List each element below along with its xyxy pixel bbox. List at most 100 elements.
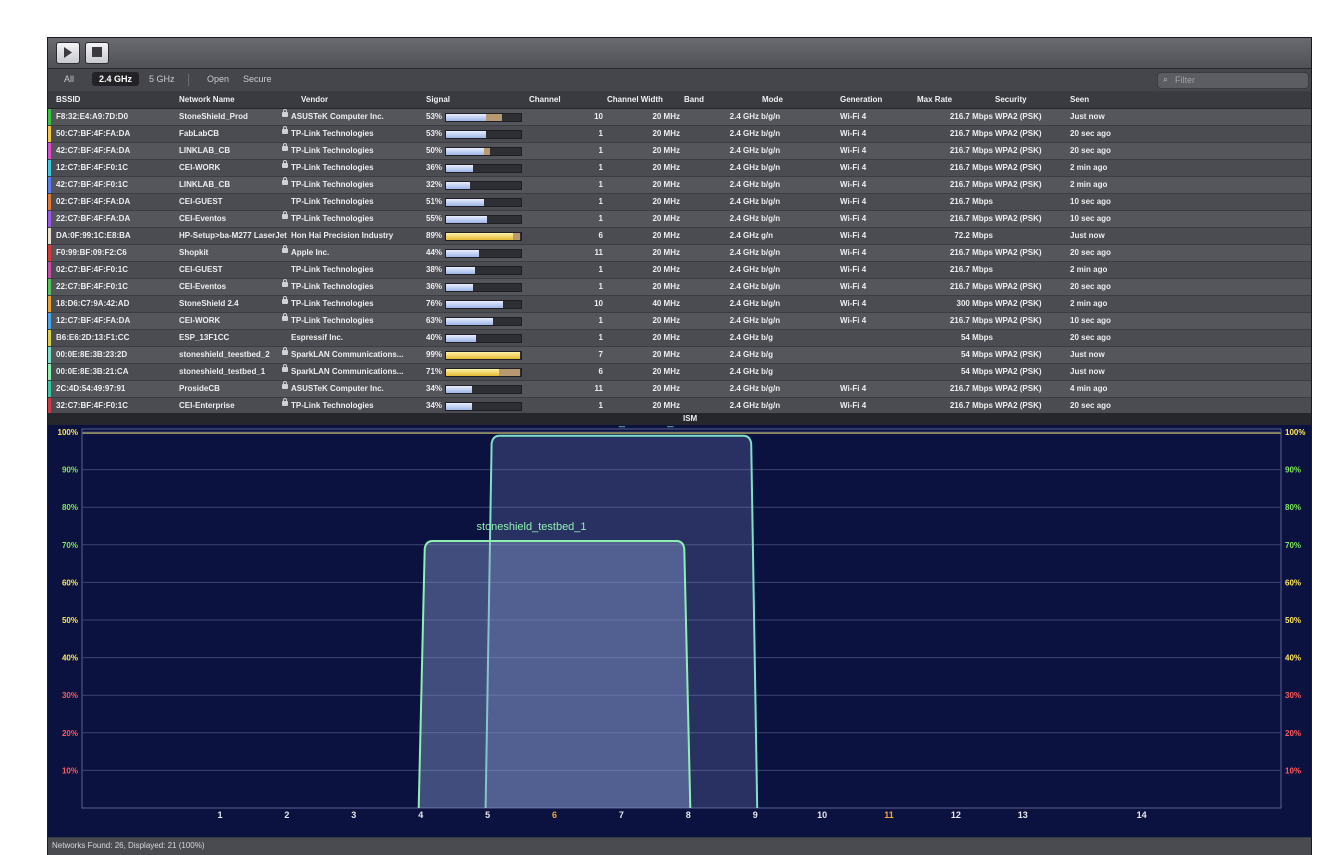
table-row[interactable]: B6:E6:2D:13:F1:CC ESP_13F1CC Espressif Inc… [48,330,1311,347]
signal-bar-fill [446,131,486,138]
lock-icon [282,313,288,321]
cell-mode: b/g/n [761,248,781,257]
cell-band: 2.4 GHz [729,163,759,172]
x-tick-label: 10 [817,810,827,820]
cell-signal: 51% [426,197,443,206]
network-area [418,541,691,808]
cell-security: WPA2 (PSK) [995,401,1042,410]
tab-all[interactable]: All [64,74,74,84]
table-row[interactable]: 42:C7:BF:4F:FA:DA LINKLAB_CB TP-Link Techn… [48,143,1311,160]
y-tick-label-left: 80% [62,503,78,512]
cell-generation: Wi-Fi 4 [840,146,867,155]
cell-security: WPA2 (PSK) [995,350,1042,359]
tab-open[interactable]: Open [207,74,229,84]
cell-band: 2.4 GHz [729,214,759,223]
network-color-strip [48,245,51,261]
col-channel[interactable]: Channel [529,95,561,104]
cell-max-rate: 216.7 Mbps [949,180,993,189]
col-seen[interactable]: Seen [1070,95,1089,104]
cell-band: 2.4 GHz [729,367,759,376]
signal-bar [445,113,522,122]
col-generation[interactable]: Generation [840,95,882,104]
lock-icon [282,347,288,355]
cell-max-rate: 54 Mbps [960,350,993,359]
lock-icon [282,245,288,253]
table-row[interactable]: 2C:4D:54:49:97:91 ProsideCB ASUSTeK Comput… [48,381,1311,398]
cell-signal: 50% [426,146,443,155]
cell-security: WPA2 (PSK) [995,248,1042,257]
cell-channel: 7 [598,350,603,359]
cell-bssid: 00:0E:8E:3B:23:2D [56,350,128,359]
lock-icon [282,211,288,219]
cell-seen: Just now [1070,112,1105,121]
cell-vendor: TP-Link Technologies [291,316,374,325]
table-row[interactable]: F8:32:E4:A9:7D:D0 StoneShield_Prod ASUSTeK… [48,109,1311,126]
table-row[interactable]: 22:C7:BF:4F:F0:1C CEI-Eventos TP-Link Tech… [48,279,1311,296]
signal-bar-fill [446,148,484,155]
col-max-rate[interactable]: Max Rate [917,95,952,104]
cell-network-name: LINKLAB_CB [179,146,231,155]
cell-bssid: 12:C7:BF:4F:FA:DA [56,316,131,325]
cell-band: 2.4 GHz [729,401,759,410]
cell-security: WPA2 (PSK) [995,299,1042,308]
table-row[interactable]: 02:C7:BF:4F:FA:DA CEI-GUEST TP-Link Techno… [48,194,1311,211]
table-row[interactable]: 50:C7:BF:4F:FA:DA FabLabCB TP-Link Technol… [48,126,1311,143]
cell-band: 2.4 GHz [729,248,759,257]
cell-seen: 4 min ago [1070,384,1108,393]
play-button[interactable] [56,42,80,64]
cell-vendor: TP-Link Technologies [291,282,374,291]
cell-channel-width: 20 MHz [652,112,680,121]
col-security[interactable]: Security [995,95,1027,104]
signal-peak [512,233,520,240]
filter-input[interactable] [1175,74,1300,86]
table-row[interactable]: 02:C7:BF:4F:F0:1C CEI-GUEST TP-Link Techno… [48,262,1311,279]
channel-chart: 100% 100% 90% 90% 80% 80% 70% 70% 60% 60% 50% 50% 40… [58,425,1306,820]
table-row[interactable]: 12:C7:BF:4F:FA:DA CEI-WORK TP-Link Technol… [48,313,1311,330]
cell-max-rate: 216.7 Mbps [949,163,993,172]
cell-band: 2.4 GHz [729,316,759,325]
status-text: Networks Found: 26, Displayed: 21 (100%) [52,841,205,850]
table-row[interactable]: F0:99:BF:09:F2:C6 Shopkit Apple Inc. 44% 11 2… [48,245,1311,262]
col-band[interactable]: Band [684,95,704,104]
col-network-name[interactable]: Network Name [179,95,235,104]
stop-button[interactable] [85,42,109,64]
tab-2-4-ghz[interactable]: 2.4 GHz [92,72,140,86]
cell-security: WPA2 (PSK) [995,282,1042,291]
y-tick-label-right: 100% [1285,428,1305,437]
network-color-strip [48,330,51,346]
table-row[interactable]: 12:C7:BF:4F:F0:1C CEI-WORK TP-Link Technol… [48,160,1311,177]
cell-vendor: Hon Hai Precision Industry [291,231,394,240]
x-tick-label: 6 [552,810,557,820]
cell-max-rate: 300 Mbps [956,299,993,308]
col-bssid[interactable]: BSSID [56,95,80,104]
table-row[interactable]: 00:0E:8E:3B:23:2D stoneshield_teestbed_2 S… [48,347,1311,364]
col-mode[interactable]: Mode [762,95,783,104]
lock-icon [282,109,288,117]
cell-channel: 1 [598,401,603,410]
cell-network-name: CEI-Eventos [179,214,227,223]
filter-separator [188,74,189,86]
cell-mode: b/g/n [761,384,781,393]
table-row[interactable]: 18:D6:C7:9A:42:AD StoneShield 2.4 TP-Link … [48,296,1311,313]
cell-vendor: TP-Link Technologies [291,197,374,206]
cell-channel: 11 [594,248,603,257]
cell-mode: b/g/n [761,282,781,291]
cell-band: 2.4 GHz [729,350,759,359]
col-signal[interactable]: Signal [426,95,450,104]
table-row[interactable]: 42:C7:BF:4F:F0:1C LINKLAB_CB TP-Link Techn… [48,177,1311,194]
col-channel-width[interactable]: Channel Width [607,95,663,104]
tab-secure[interactable]: Secure [243,74,272,84]
signal-bar-fill [446,352,521,359]
y-tick-label-left: 20% [62,729,78,738]
cell-generation: Wi-Fi 4 [840,265,867,274]
network-color-strip [48,211,51,227]
signal-bar-fill [446,403,472,410]
cell-network-name: StoneShield 2.4 [179,299,239,308]
table-row[interactable]: 22:C7:BF:4F:FA:DA CEI-Eventos TP-Link Tech… [48,211,1311,228]
tab-5-ghz[interactable]: 5 GHz [149,74,175,84]
filter-bar: All 2.4 GHz 5 GHz Open Secure ⌕ [48,69,1311,91]
network-color-strip [48,347,51,363]
col-vendor[interactable]: Vendor [301,95,328,104]
table-row[interactable]: 00:0E:8E:3B:21:CA stoneshield_testbed_1 Sp… [48,364,1311,381]
table-row[interactable]: DA:0F:99:1C:E8:BA HP-Setup>ba-M277 LaserJ… [48,228,1311,245]
